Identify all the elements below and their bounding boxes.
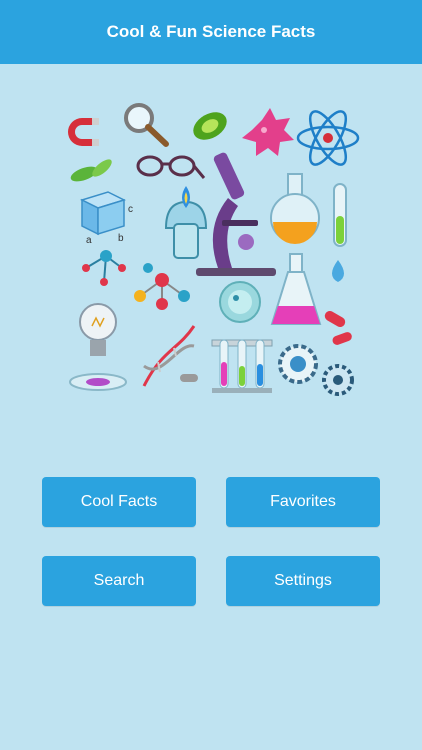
glasses-icon [136, 155, 206, 179]
water-drop-icon [332, 260, 344, 282]
search-label: Search [93, 572, 145, 589]
erlenmeyer-flask-icon [270, 253, 322, 325]
svg-text:c: c [128, 204, 133, 215]
molecule-icon [82, 250, 126, 286]
ice-cube-icon: c a b [79, 191, 133, 246]
favorites-label: Favorites [270, 493, 336, 510]
magnet-icon [68, 118, 99, 146]
cool-facts-label: Cool Facts [80, 493, 158, 510]
burner-icon [164, 186, 208, 259]
leaf-icon [70, 159, 112, 182]
settings-label: Settings [274, 572, 332, 589]
app-header: Cool & Fun Science Facts [0, 0, 422, 64]
svg-text:b: b [118, 233, 124, 244]
svg-text:a: a [86, 235, 92, 246]
test-tube-icon [333, 183, 347, 247]
virus-icon [193, 112, 227, 140]
favorites-button[interactable]: Favorites [226, 477, 380, 527]
microscope-icon [196, 152, 276, 276]
settings-button[interactable]: Settings [226, 556, 380, 606]
atom-icon [296, 110, 360, 166]
round-flask-icon [270, 173, 320, 244]
light-bulb-icon [79, 303, 117, 356]
app-title: Cool & Fun Science Facts [106, 22, 316, 41]
science-illustration: c a b [68, 103, 360, 396]
magnifying-glass-icon [124, 103, 169, 147]
petri-dish-icon [219, 281, 261, 323]
gear-icon [278, 344, 354, 396]
bacteria-icon [242, 108, 294, 156]
cool-facts-button[interactable]: Cool Facts [42, 477, 196, 527]
search-button[interactable]: Search [42, 556, 196, 606]
pill-icon [324, 311, 352, 345]
